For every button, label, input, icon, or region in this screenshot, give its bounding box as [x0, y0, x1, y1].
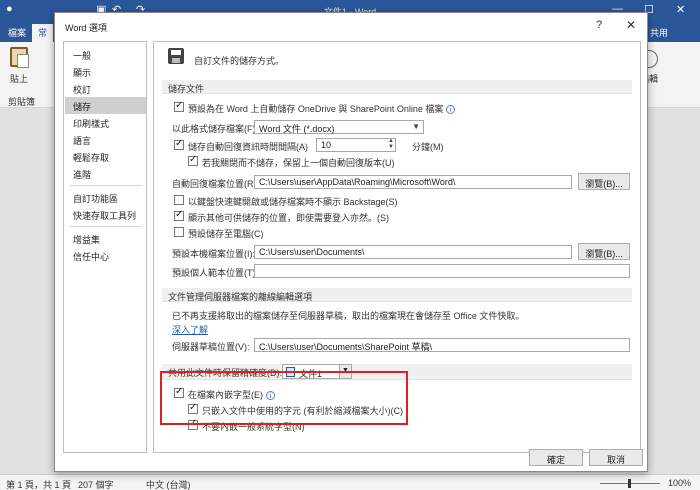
- default-local-input[interactable]: C:\Users\user\Documents\: [254, 245, 572, 259]
- tab-home[interactable]: 常: [32, 24, 54, 42]
- minutes-unit: 分鐘(M): [412, 142, 444, 152]
- autorecover-checkbox[interactable]: [174, 138, 184, 150]
- window-close-icon[interactable]: ✕: [676, 3, 685, 16]
- chevron-down-icon: ▼: [412, 122, 420, 131]
- nav-trust-center[interactable]: 信任中心: [65, 247, 146, 264]
- cancel-button[interactable]: 取消: [589, 449, 643, 466]
- share-button[interactable]: 共用: [650, 26, 668, 39]
- nav-language[interactable]: 語言: [65, 131, 146, 148]
- help-icon[interactable]: ?: [596, 19, 602, 31]
- default-onedrive-checkbox[interactable]: [174, 100, 184, 112]
- show-additional-checkbox[interactable]: [174, 209, 184, 221]
- save-to-computer-label: 預設儲存至電腦(C): [188, 229, 264, 239]
- nav-proofing[interactable]: 校訂: [65, 80, 146, 97]
- options-nav: 一般 顯示 校訂 儲存 印刷樣式 語言 輕鬆存取 進階 自訂功能區 快速存取工具…: [63, 41, 147, 453]
- save-icon: [168, 48, 184, 64]
- browse-local-button[interactable]: 瀏覽(B)...: [578, 243, 630, 260]
- save-to-computer-checkbox[interactable]: [174, 227, 184, 237]
- default-onedrive-label: 預設為在 Word 上自動儲存 OneDrive 與 SharePoint On…: [188, 102, 456, 115]
- autorecover-location-label: 自動回復檔案位置(R):: [172, 179, 259, 189]
- ok-button[interactable]: 確定: [529, 449, 583, 466]
- paste-label[interactable]: 貼上: [10, 72, 28, 85]
- info-icon[interactable]: i: [446, 105, 456, 114]
- clipboard-group-label: 剪貼簿: [8, 97, 36, 107]
- autorecover-location-input[interactable]: C:\Users\user\AppData\Roaming\Microsoft\…: [254, 175, 572, 189]
- show-additional-label: 顯示其他可供儲存的位置，即使需要登入亦然。(S): [188, 213, 389, 223]
- no-backstage-label: 以鍵盤快速鍵開啟或儲存檔案時不顯示 Backstage(S): [188, 197, 398, 207]
- nav-add-ins[interactable]: 增益集: [65, 230, 146, 247]
- keep-last-version-checkbox[interactable]: [188, 154, 198, 166]
- format-label: 以此格式儲存檔案(F):: [172, 124, 258, 134]
- autorecover-minutes-stepper[interactable]: 10 ▲ ▼: [316, 138, 396, 152]
- tab-file[interactable]: 檔案: [8, 26, 26, 39]
- zoom-slider-thumb[interactable]: [628, 479, 631, 488]
- dialog-title: Word 選項: [65, 23, 107, 33]
- highlight-box: [160, 371, 408, 425]
- drafts-location-label: 伺服器草稿位置(V):: [172, 342, 250, 352]
- nav-general[interactable]: 一般: [65, 46, 146, 63]
- paste-icon[interactable]: [10, 47, 29, 68]
- nav-divider: [70, 226, 142, 227]
- status-language: 中文 (台灣): [146, 480, 191, 490]
- template-location-input[interactable]: [254, 264, 630, 278]
- nav-save[interactable]: 儲存: [65, 97, 146, 114]
- autorecover-label: 儲存自動回復資訊時間間隔(A): [188, 142, 308, 152]
- learn-more-link[interactable]: 深入了解: [172, 323, 208, 336]
- nav-display[interactable]: 顯示: [65, 63, 146, 80]
- status-words: 207 個字: [78, 480, 114, 490]
- browse-autorecover-button[interactable]: 瀏覽(B)...: [578, 173, 630, 190]
- nav-quick-access-toolbar[interactable]: 快速存取工具列: [65, 206, 146, 223]
- default-local-label: 預設本機檔案位置(I):: [172, 249, 255, 259]
- dialog-titlebar: Word 選項 ? ✕: [55, 13, 647, 39]
- nav-ease-of-access[interactable]: 輕鬆存取: [65, 148, 146, 165]
- nav-divider: [70, 185, 142, 186]
- no-backstage-checkbox[interactable]: [174, 195, 184, 205]
- word-status-bar: 第 1 頁，共 1 頁 207 個字 中文 (台灣) 100%: [0, 474, 700, 490]
- format-select[interactable]: Word 文件 (*.docx) ▼: [254, 120, 424, 134]
- stepper-arrows-icon[interactable]: ▲ ▼: [388, 138, 394, 150]
- nav-advanced[interactable]: 進階: [65, 165, 146, 182]
- section-header-save: 儲存文件: [162, 80, 632, 94]
- drafts-location-input[interactable]: C:\Users\user\Documents\SharePoint 草稿\: [254, 338, 630, 352]
- close-icon[interactable]: ✕: [626, 18, 636, 32]
- page-intro: 自訂文件的儲存方式。: [194, 56, 285, 66]
- status-page: 第 1 頁，共 1 頁: [6, 480, 72, 490]
- nav-customize-ribbon[interactable]: 自訂功能區: [65, 189, 146, 206]
- nav-typography[interactable]: 印刷樣式: [65, 114, 146, 131]
- status-zoom[interactable]: 100%: [668, 478, 691, 488]
- template-location-label: 預設個人範本位置(T):: [172, 268, 258, 278]
- section-header-offline: 文件管理伺服器檔案的離線編輯選項: [162, 288, 632, 302]
- keep-last-version-label: 若我關閉而不儲存，保留上一個自動回復版本(U): [202, 158, 395, 168]
- offline-notice: 已不再支援將取出的檔案儲存至伺服器草稿，取出的檔案現在會儲存至 Office 文…: [172, 311, 525, 321]
